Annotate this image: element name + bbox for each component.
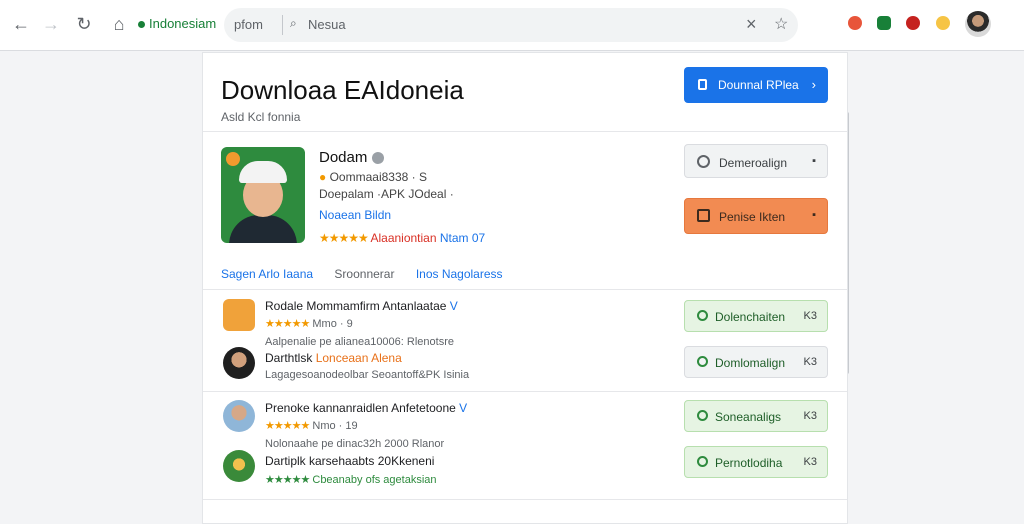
divider	[203, 391, 847, 392]
download-button-label: Dounnal RPlea	[718, 78, 799, 92]
app-meta-2: Doepalam ·APK JOdeal ·	[319, 187, 454, 201]
app-icon	[223, 299, 255, 331]
list-item-rating: ★★★★★ Cbeanaby ofs agetaksian	[265, 474, 437, 486]
item-download-button[interactable]: Dolenchaiten K3	[684, 300, 828, 332]
avatar	[223, 347, 255, 379]
secondary-download-button[interactable]: Demeroalign ▪	[684, 144, 828, 178]
menu-icon: ▪	[812, 155, 816, 167]
site-name: Indonesiam	[149, 16, 217, 31]
divider	[203, 289, 847, 290]
circle-icon	[697, 356, 708, 367]
list-item-rating: ★★★★★ Mmo · 9	[265, 318, 353, 330]
app-meta-1: ● Oommaai8338 · S	[319, 170, 427, 184]
verified-icon	[372, 152, 385, 165]
badge-icon	[226, 152, 240, 166]
download-icon	[698, 79, 707, 90]
clock-icon	[697, 155, 710, 168]
list-item-detail: Nolonaahe pe dinac32h 2000 Rlanor	[265, 438, 445, 450]
tab-info[interactable]: Inos Nagolaress	[416, 267, 503, 281]
divider	[203, 499, 847, 500]
list-item-detail: Lagagesoanodeolbar Seoantoff&PK Isinia	[265, 369, 470, 381]
lock-icon	[138, 21, 145, 29]
item-download-button[interactable]: Soneanaligs K3	[684, 400, 828, 432]
search-text: Nesua	[308, 17, 346, 32]
page-subtitle: Asld Kcl fonnia	[221, 110, 301, 124]
list-item-title[interactable]: Prenoke kannanraidlen Anfetetoone V	[265, 401, 467, 415]
back-icon[interactable]: ←	[10, 13, 32, 35]
app-icon	[223, 450, 255, 482]
item-download-button[interactable]: Pernotlodiha K3	[684, 446, 828, 478]
divider	[203, 131, 847, 132]
download-button[interactable]: Dounnal RPlea ›	[684, 67, 828, 103]
file-icon	[697, 209, 710, 222]
item-download-button[interactable]: Domlomalign K3	[684, 346, 828, 378]
clock-icon	[697, 410, 708, 421]
alert-extension-icon[interactable]	[906, 16, 920, 30]
app-rating: ★★★★★ Alaaniontian Ntam 07	[319, 231, 486, 245]
reload-icon[interactable]: ↻	[73, 13, 95, 35]
primary-download-button[interactable]: Penise Ikten ▪	[684, 198, 828, 234]
list-item-rating: ★★★★★ Nmo · 19	[265, 420, 358, 432]
avatar	[223, 400, 255, 432]
profile-avatar[interactable]	[965, 11, 991, 37]
forward-icon[interactable]: →	[40, 13, 62, 35]
download-card: Downloaa EAIdoneia Asld Kcl fonnia Dounn…	[202, 52, 848, 524]
address-bar[interactable]: pfom ⌕ Nesua × ☆	[224, 8, 798, 42]
app-icon	[221, 147, 305, 243]
menu-icon: ▪	[812, 209, 816, 221]
tab-related[interactable]: Sagen Arlo Iaana	[221, 267, 313, 281]
section-tabs: Sagen Arlo Iaana Sroonnerar Inos Nagolar…	[221, 267, 521, 281]
list-item-title[interactable]: Rodale Mommamfirm Antanlaatae V	[265, 299, 458, 313]
list-item-detail: Aalpenalie pe alianea10006: Rlenotsre	[265, 336, 454, 348]
smiley-extension-icon[interactable]	[936, 16, 950, 30]
star-icon	[697, 310, 708, 321]
star-icon[interactable]: ☆	[774, 14, 788, 34]
address-text: pfom	[234, 17, 263, 32]
search-icon: ⌕	[290, 16, 297, 30]
address-divider	[282, 15, 283, 35]
app-name: Dodam	[319, 149, 385, 166]
puzzle-extension-icon[interactable]	[877, 16, 891, 30]
list-item-title[interactable]: Dartiplk karsehaabts 20Kkeneni	[265, 454, 434, 468]
site-chip[interactable]: Indonesiam	[138, 16, 216, 31]
close-icon[interactable]: ×	[746, 14, 757, 35]
tab-screenshots[interactable]: Sroonnerar	[334, 267, 394, 281]
browser-toolbar: ← → ↻ ⌂ Indonesiam pfom ⌕ Nesua × ☆	[0, 0, 1024, 51]
developer-link[interactable]: Noaean Bildn	[319, 208, 391, 222]
list-item-title[interactable]: Darthtlsk Lonceaan Alena	[265, 351, 402, 365]
flag-icon	[697, 456, 708, 467]
shield-extension-icon[interactable]	[848, 16, 862, 30]
warning-icon: ●	[319, 170, 327, 184]
chevron-right-icon: ›	[811, 77, 816, 92]
home-icon[interactable]: ⌂	[108, 13, 130, 35]
page-title: Downloaa EAIdoneia	[221, 75, 464, 105]
